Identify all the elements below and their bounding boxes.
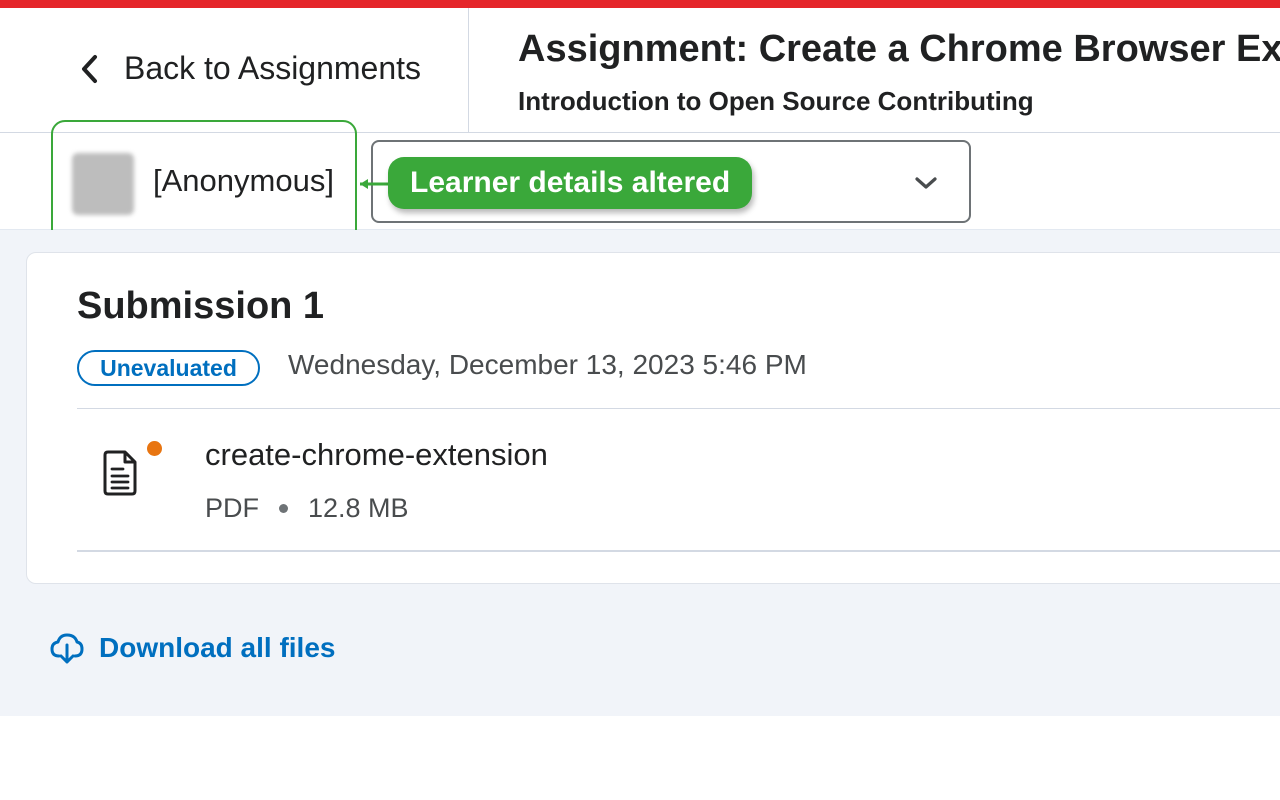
document-icon — [103, 450, 137, 496]
divider — [77, 550, 1280, 552]
submission-card: Submission 1 Unevaluated Wednesday, Dece… — [26, 252, 1280, 584]
file-type: PDF — [205, 493, 259, 523]
header-titles: Assignment: Create a Chrome Browser Exte… — [518, 26, 1280, 117]
divider — [77, 408, 1280, 409]
file-size: 12.8 MB — [308, 493, 409, 523]
submission-date: Wednesday, December 13, 2023 5:46 PM — [288, 349, 807, 380]
cloud-download-icon — [50, 633, 84, 664]
unread-indicator — [147, 441, 162, 456]
submission-title: Submission 1 — [77, 285, 325, 327]
status-badge: Unevaluated — [77, 350, 260, 386]
learner-bar: [Anonymous] Learner details altered — [0, 120, 1280, 247]
annotation-arrow-icon — [360, 179, 390, 189]
course-title: Introduction to Open Source Contributing — [518, 86, 1034, 116]
download-all-files-link[interactable]: Download all files — [49, 630, 335, 666]
back-link-label: Back to Assignments — [124, 50, 422, 86]
assignment-title: Assignment: Create a Chrome Browser Exte… — [518, 28, 1280, 70]
learner-name: [Anonymous] — [153, 163, 334, 198]
header-divider — [468, 8, 469, 132]
annotation-label: Learner details altered — [388, 157, 753, 209]
chevron-left-icon — [82, 54, 97, 83]
file-meta: PDF 12.8 MB — [205, 493, 409, 524]
file-link[interactable]: create-chrome-extension — [205, 437, 548, 473]
content-area: Submission 1 Unevaluated Wednesday, Dece… — [0, 230, 1280, 716]
back-to-assignments-link[interactable]: Back to Assignments — [78, 50, 421, 87]
top-accent-bar — [0, 0, 1280, 8]
chevron-down-icon — [915, 177, 937, 189]
page-header: Back to Assignments Assignment: Create a… — [0, 8, 1280, 133]
meta-separator — [279, 504, 288, 513]
avatar — [72, 153, 134, 215]
download-all-label: Download all files — [99, 632, 336, 663]
